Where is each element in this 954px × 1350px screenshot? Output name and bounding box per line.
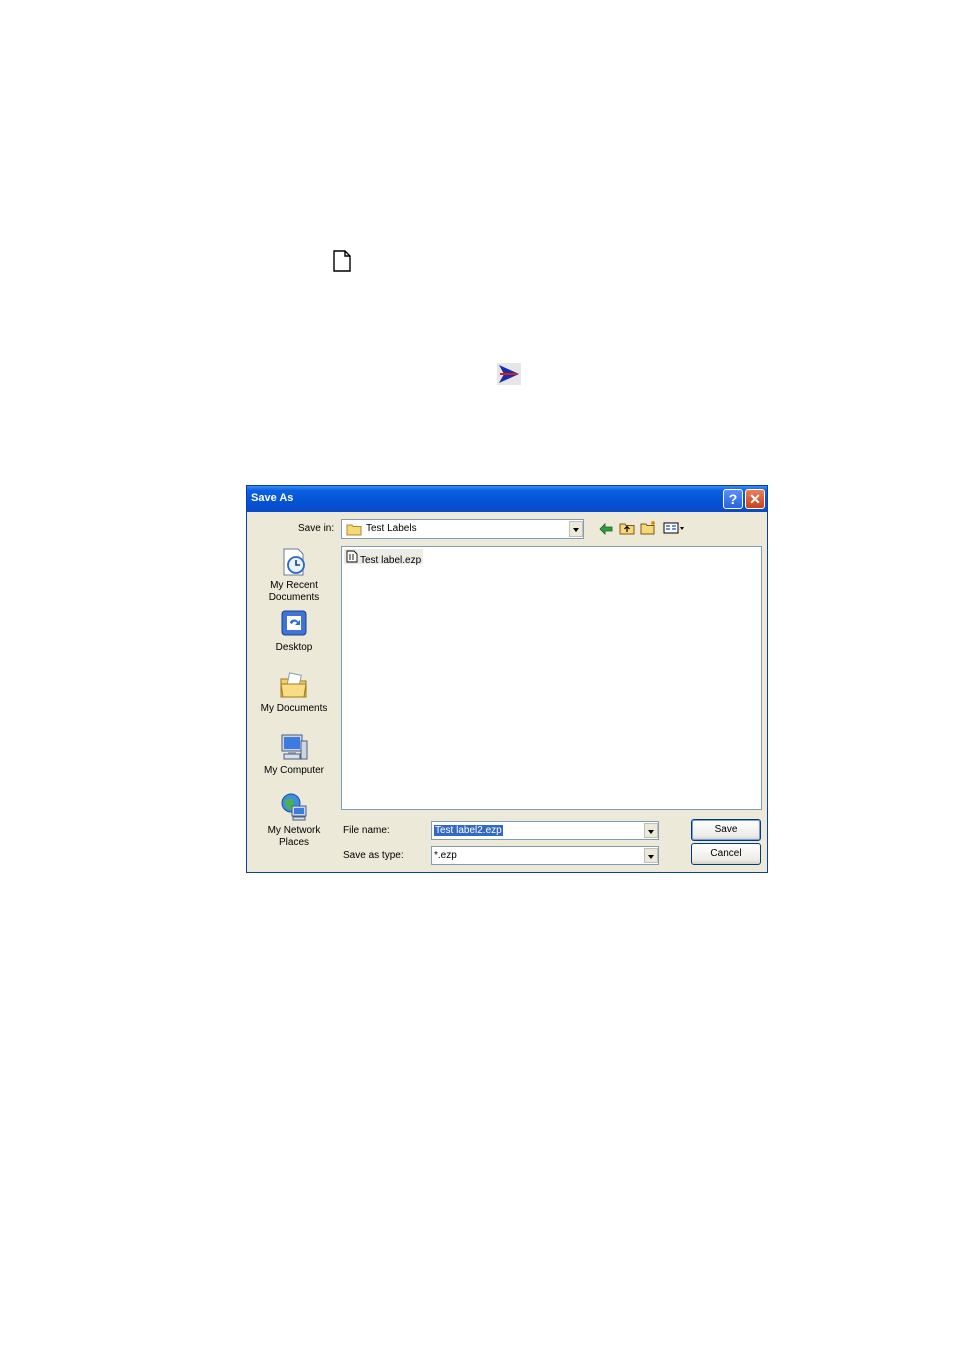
file-name-value: Test label2.ezp (434, 825, 503, 836)
list-item[interactable]: Test label.ezp (344, 549, 424, 566)
chevron-down-icon[interactable] (569, 521, 583, 537)
folder-icon (346, 524, 362, 536)
network-places-icon (281, 793, 307, 821)
save-button[interactable]: Save (691, 819, 761, 841)
file-list[interactable]: Test label.ezp (341, 546, 762, 810)
file-name-label: File name: (343, 825, 390, 836)
save-as-type-label: Save as type: (343, 850, 404, 861)
title-bar: Save As ? ✕ (247, 486, 767, 512)
place-my-computer[interactable]: My Computer (254, 731, 334, 777)
chevron-down-icon[interactable] (644, 823, 658, 838)
save-in-label: Save in: (298, 523, 335, 534)
new-document-icon (333, 250, 351, 272)
dialog-title: Save As (251, 492, 294, 504)
recent-documents-icon (283, 548, 305, 576)
my-documents-icon (280, 672, 307, 698)
ezp-file-icon (346, 550, 358, 563)
place-label: Desktop (275, 642, 313, 653)
chevron-down-icon[interactable] (644, 848, 658, 863)
up-folder-icon[interactable] (619, 521, 635, 535)
my-computer-icon (281, 734, 308, 760)
save-as-dialog: Save As ? ✕ Save in: Test Labels My Rece… (246, 485, 768, 873)
save-in-value: Test Labels (366, 523, 417, 534)
place-my-documents[interactable]: My Documents (254, 669, 334, 715)
views-menu-icon[interactable] (663, 522, 685, 534)
place-label: My Network Places (267, 825, 321, 848)
desktop-icon (281, 610, 307, 636)
place-label: My Documents (260, 703, 328, 714)
save-as-type-dropdown[interactable]: *.ezp (431, 846, 659, 865)
place-my-recent-documents[interactable]: My Recent Documents (254, 546, 334, 604)
file-name: Test label.ezp (360, 555, 422, 566)
place-label: My Computer (263, 765, 324, 776)
place-my-network-places[interactable]: My Network Places (254, 791, 334, 849)
file-name-field[interactable]: Test label2.ezp (431, 821, 659, 840)
save-in-dropdown[interactable]: Test Labels (341, 519, 584, 539)
cancel-button[interactable]: Cancel (691, 843, 761, 865)
place-desktop[interactable]: Desktop (254, 608, 334, 654)
save-as-type-value: *.ezp (434, 850, 457, 861)
help-button[interactable]: ? (723, 489, 743, 509)
close-button[interactable]: ✕ (745, 489, 765, 509)
back-arrow-icon[interactable] (599, 523, 613, 535)
new-folder-icon[interactable] (640, 520, 657, 535)
place-label: My Recent Documents (268, 580, 320, 603)
send-arrow-icon (497, 363, 521, 385)
